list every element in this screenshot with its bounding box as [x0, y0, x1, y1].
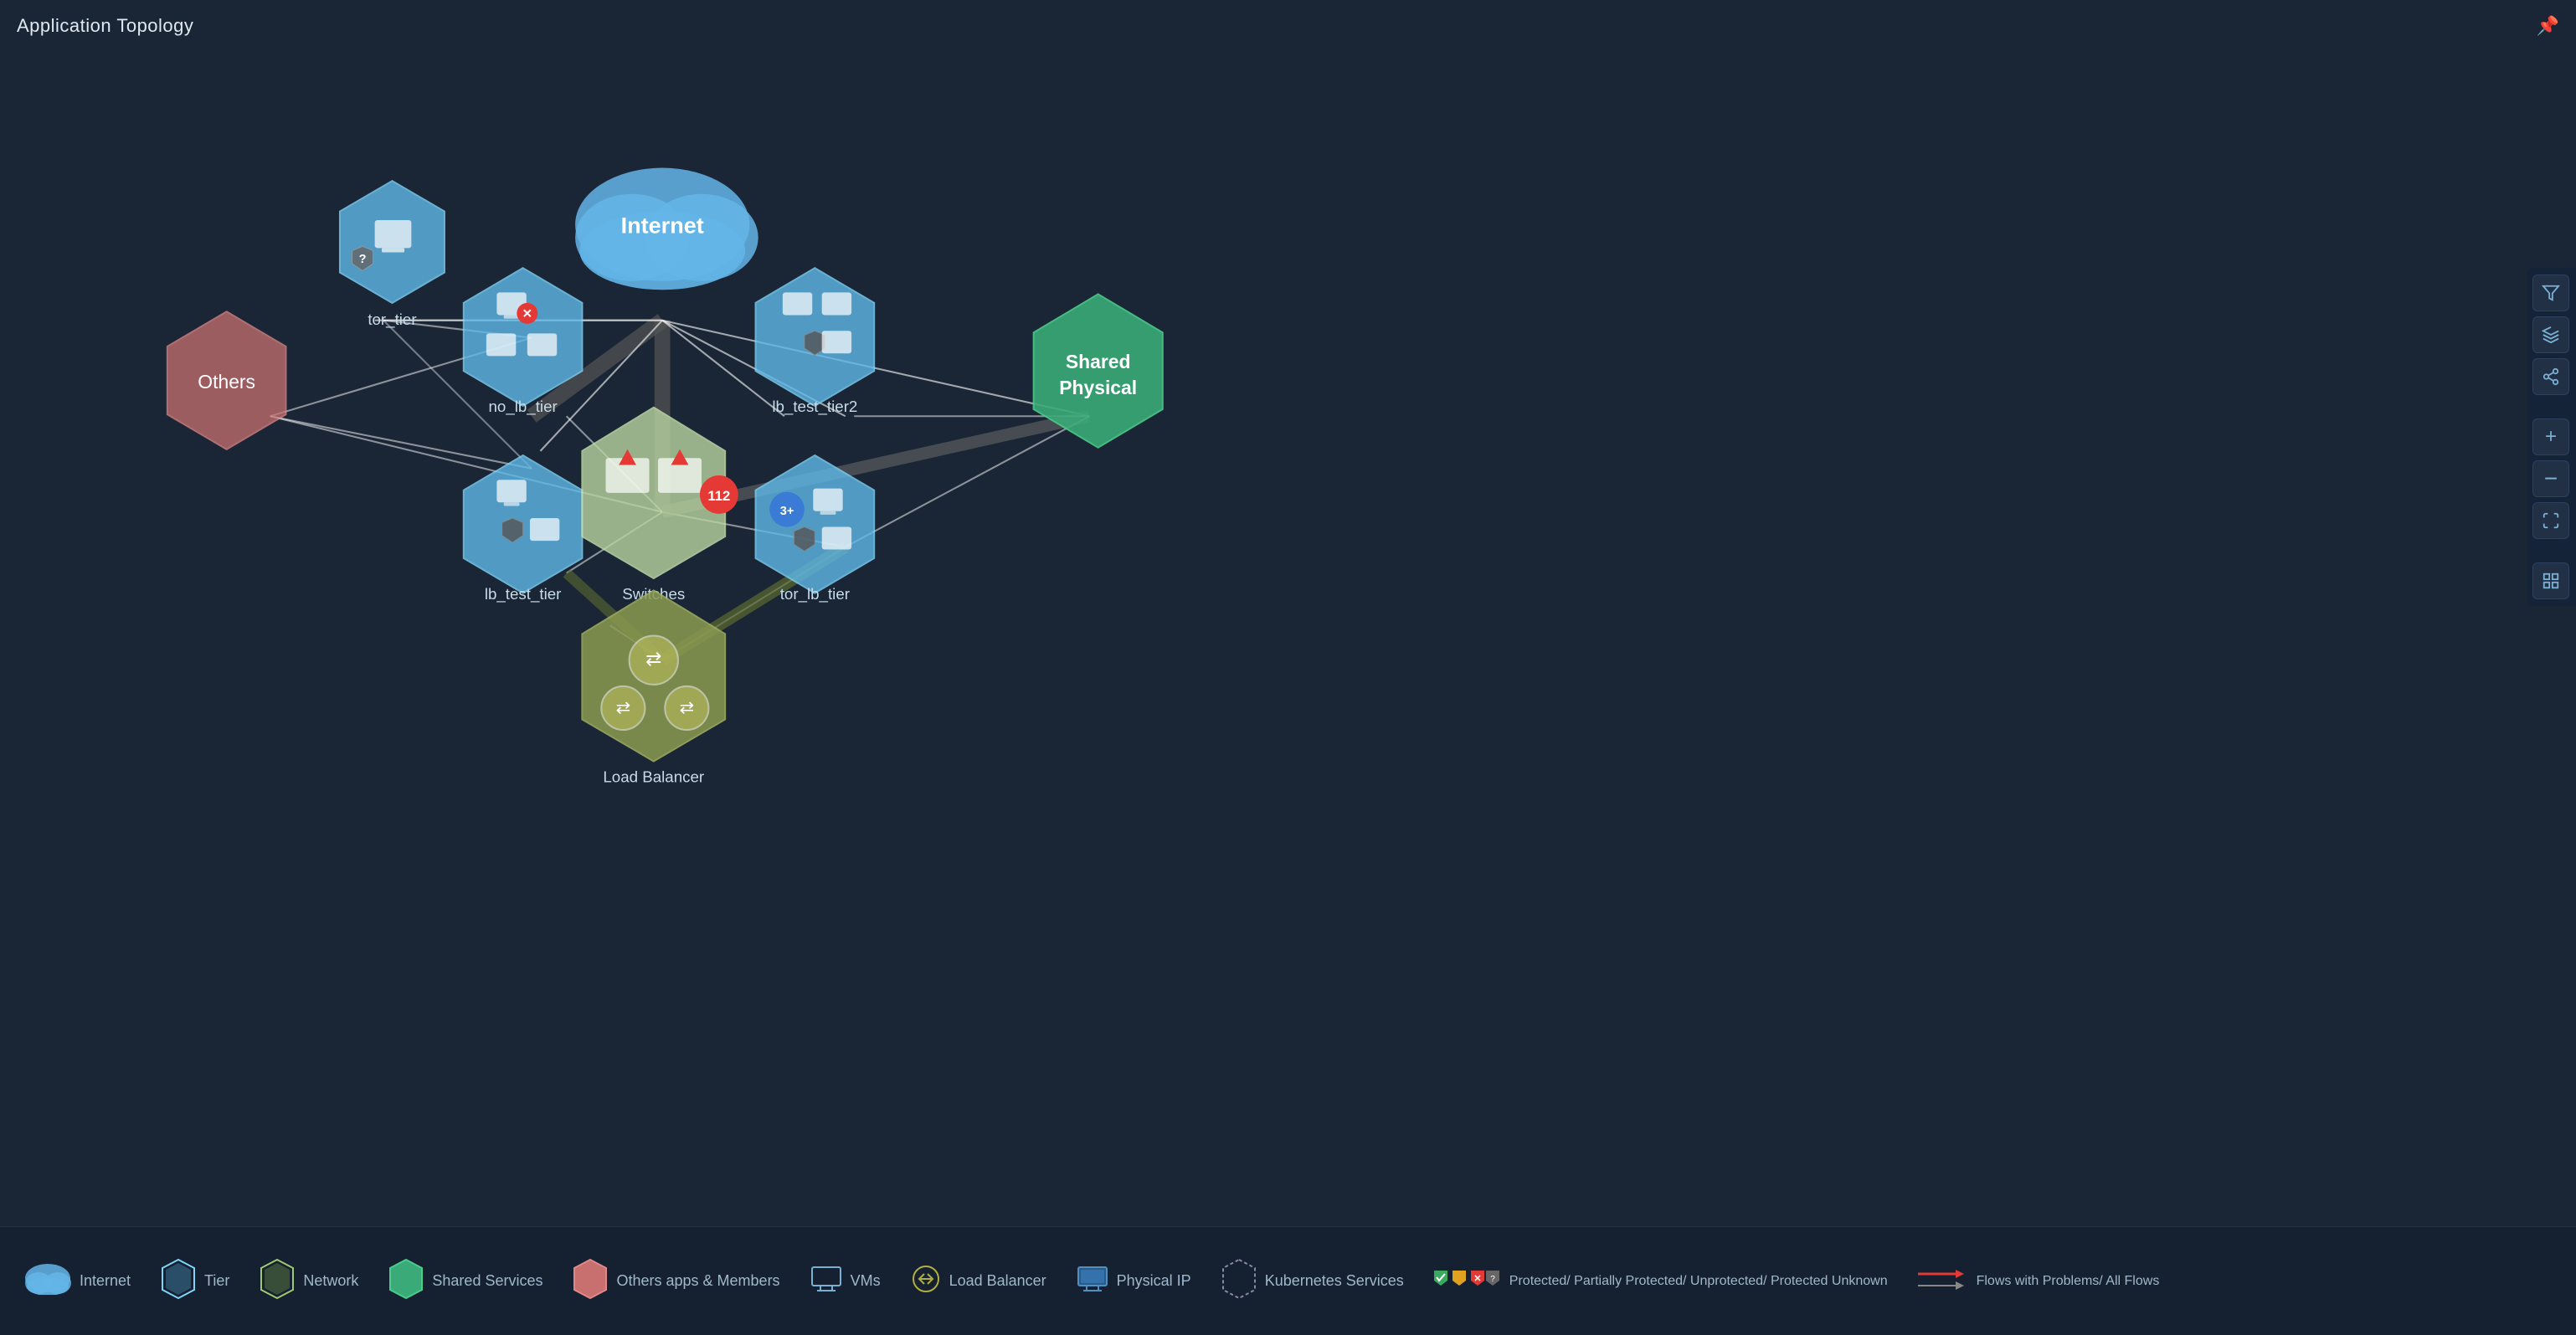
- svg-text:Shared: Shared: [1066, 351, 1131, 372]
- load-balancer-legend-item: Load Balancer: [911, 1264, 1046, 1298]
- app-title: Application Topology: [17, 15, 193, 37]
- network-legend-shape: [260, 1259, 295, 1303]
- fit-button[interactable]: [2532, 502, 2569, 539]
- vms-legend-item: VMs: [810, 1266, 881, 1296]
- svg-text:Internet: Internet: [621, 213, 704, 239]
- internet-legend-label: Internet: [80, 1272, 131, 1290]
- network-legend-item: Network: [260, 1259, 358, 1303]
- load-balancer-legend-label: Load Balancer: [949, 1272, 1046, 1290]
- svg-text:Others: Others: [198, 371, 255, 393]
- zoom-out-button[interactable]: −: [2532, 460, 2569, 497]
- lb-test-tier2-node[interactable]: lb_test_tier2: [756, 268, 875, 416]
- kubernetes-legend-shape: [1221, 1259, 1257, 1303]
- kubernetes-legend-label: Kubernetes Services: [1265, 1272, 1404, 1290]
- svg-text:Physical: Physical: [1059, 377, 1137, 398]
- filter-button[interactable]: [2532, 275, 2569, 311]
- svg-text:⇄: ⇄: [680, 698, 694, 717]
- zoom-in-button[interactable]: +: [2532, 418, 2569, 455]
- tier-legend-label: Tier: [204, 1272, 229, 1290]
- svg-text:Load Balancer: Load Balancer: [603, 768, 704, 785]
- protected-legend-item: ✕ ? Protected/ Partially Protected/ Unpr…: [1434, 1266, 1888, 1296]
- flows-legend-item: Flows with Problems/ All Flows: [1918, 1266, 2160, 1296]
- protected-legend-shape: ✕ ?: [1434, 1266, 1501, 1296]
- svg-text:✕: ✕: [522, 308, 532, 321]
- load-balancer-legend-shape: [911, 1264, 941, 1298]
- svg-text:✕: ✕: [1473, 1274, 1481, 1284]
- vms-legend-label: VMs: [851, 1272, 881, 1290]
- others-node[interactable]: Others: [167, 311, 286, 449]
- protected-legend-label: Protected/ Partially Protected/ Unprotec…: [1509, 1274, 1888, 1289]
- lb-test-tier-node[interactable]: lb_test_tier: [464, 455, 583, 603]
- svg-text:⇄: ⇄: [616, 698, 630, 717]
- kubernetes-legend-item: Kubernetes Services: [1221, 1259, 1404, 1303]
- svg-text:3+: 3+: [780, 505, 794, 518]
- svg-text:tor_lb_tier: tor_lb_tier: [780, 585, 850, 603]
- others-apps-legend-item: Others apps & Members: [573, 1259, 779, 1303]
- svg-text:lb_test_tier2: lb_test_tier2: [772, 398, 857, 416]
- shared-services-legend-label: Shared Services: [432, 1272, 542, 1290]
- svg-text:112: 112: [707, 488, 730, 504]
- topology-canvas: Internet ? tor_tier Others ✕ no_lb_tier: [0, 50, 2527, 1183]
- internet-legend-item: Internet: [25, 1263, 131, 1299]
- svg-text:lb_test_tier: lb_test_tier: [485, 585, 562, 603]
- physical-ip-legend-shape: [1077, 1266, 1108, 1296]
- flows-legend-label: Flows with Problems/ All Flows: [1977, 1274, 2160, 1289]
- right-toolbar: + −: [2527, 268, 2576, 606]
- svg-text:⇄: ⇄: [645, 648, 661, 670]
- svg-text:tor_tier: tor_tier: [368, 311, 416, 329]
- others-apps-legend-shape: [573, 1259, 608, 1303]
- tor-lb-tier-node[interactable]: 3+ tor_lb_tier: [756, 455, 875, 603]
- tor-tier-node[interactable]: ? tor_tier: [340, 181, 445, 329]
- flows-legend-shape: [1918, 1266, 1968, 1296]
- load-balancer-node[interactable]: ⇄ ⇄ ⇄ Load Balancer: [582, 590, 725, 785]
- legend-bar: Internet Tier Network Shared Services: [0, 1226, 2576, 1335]
- others-apps-legend-label: Others apps & Members: [616, 1272, 779, 1290]
- svg-text:?: ?: [1490, 1275, 1495, 1284]
- svg-text:no_lb_tier: no_lb_tier: [489, 398, 558, 416]
- physical-ip-legend-label: Physical IP: [1117, 1272, 1191, 1290]
- switches-node[interactable]: 112 Switches: [582, 408, 738, 603]
- shared-services-legend-item: Shared Services: [388, 1259, 542, 1303]
- pin-icon[interactable]: 📌: [2537, 15, 2559, 37]
- network-legend-label: Network: [303, 1272, 358, 1290]
- tier-legend-shape: [161, 1259, 196, 1303]
- physical-ip-legend-item: Physical IP: [1077, 1266, 1191, 1296]
- internet-node[interactable]: Internet: [575, 168, 758, 290]
- svg-text:?: ?: [359, 253, 367, 266]
- expand-button[interactable]: [2532, 562, 2569, 599]
- vms-legend-shape: [810, 1266, 842, 1296]
- shared-services-legend-shape: [388, 1259, 424, 1303]
- tier-legend-item: Tier: [161, 1259, 229, 1303]
- layers-button[interactable]: [2532, 316, 2569, 353]
- share-button[interactable]: [2532, 358, 2569, 395]
- internet-legend-shape: [25, 1263, 71, 1299]
